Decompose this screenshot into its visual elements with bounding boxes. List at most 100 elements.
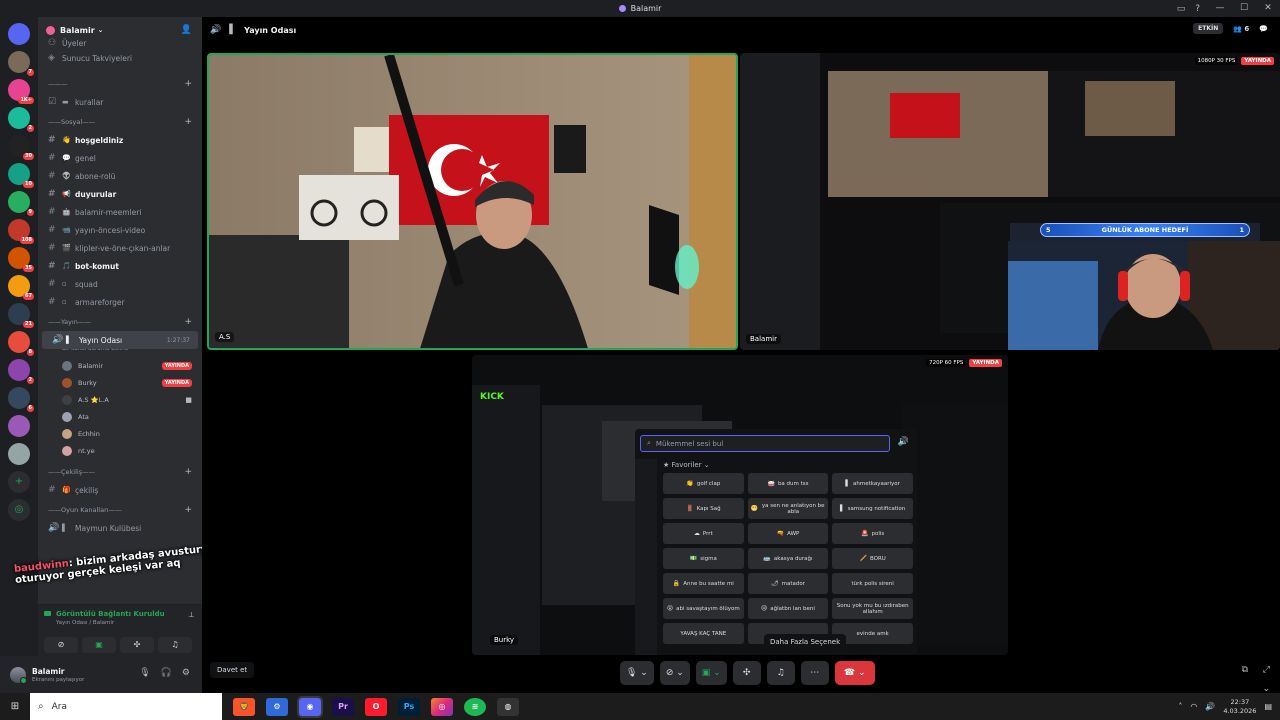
voice-channel-yayin-odasi[interactable]: 🔊 ▌ Yayın Odası 1:27:37	[42, 331, 198, 349]
server-icon[interactable]: 2	[8, 359, 34, 384]
voice-user[interactable]: nt.ye	[38, 442, 202, 459]
video-tile-main[interactable]: A.S	[207, 53, 738, 350]
add-channel-icon[interactable]: +	[184, 467, 192, 477]
video-tile-screen-share-balamir[interactable]: 1080P 30 FPS YAYINDA 5 GÜNLÜK ABONE HEDE…	[740, 53, 1280, 350]
voice-user[interactable]: Echhin	[38, 425, 202, 442]
instagram-app-icon[interactable]: ◎	[431, 697, 453, 716]
add-channel-icon[interactable]: +	[184, 117, 192, 127]
windows-start-icon[interactable]: ⊞	[0, 701, 30, 712]
sound-button[interactable]: 🪈 BORU	[832, 548, 913, 569]
voice-location[interactable]: Yayın Odası / Balamir	[38, 618, 202, 626]
server-icon[interactable]	[8, 415, 30, 437]
wifi-icon[interactable]: ◠	[1190, 702, 1197, 711]
add-member-icon[interactable]: 👤	[181, 25, 192, 35]
activities-button[interactable]: ✣	[732, 661, 761, 685]
server-icon[interactable]: 2	[8, 107, 34, 132]
screen-share-button[interactable]: ▣	[82, 637, 116, 653]
mic-button[interactable]: 🎙 ⌄	[620, 661, 654, 685]
channel-maymun-kulubesi[interactable]: 🔊 ▌ Maymun Kulübesi	[38, 519, 202, 537]
favorites-header[interactable]: ★ Favoriler ⌄	[663, 461, 710, 469]
server-icon[interactable]: 108	[8, 219, 34, 244]
server-icon[interactable]: 21	[8, 303, 34, 328]
category-giveaway[interactable]: —— Çekiliş —— +	[38, 463, 202, 481]
sound-button[interactable]: 🚌 akasya durağı	[747, 548, 829, 569]
voice-user[interactable]: Balamir YAYINDA	[38, 357, 202, 374]
notification-icon[interactable]: ▤	[1264, 702, 1272, 711]
channel-3[interactable]: # 📢 duyurular	[38, 185, 202, 203]
sound-button[interactable]: 🔒 Anne bu saatte mi	[663, 573, 744, 594]
event-button[interactable]: ETKİN	[1193, 23, 1224, 34]
user-name[interactable]: Balamir	[32, 667, 84, 676]
sound-button[interactable]: YAVAŞ KAÇ TANE	[663, 623, 744, 644]
channel-kurallar[interactable]: ☑ ▬ kurallar	[38, 93, 202, 111]
server-icon[interactable]: 6	[8, 387, 34, 412]
chat-icon[interactable]: 💬	[1259, 25, 1268, 33]
discover-icon[interactable]: ◎	[8, 499, 30, 521]
sound-button[interactable]: ▌ samsung notification	[832, 498, 913, 519]
disconnect-icon[interactable]: ⟂	[189, 610, 194, 620]
sound-button[interactable]: ☁ Prrt	[663, 523, 744, 544]
participant-count[interactable]: 👥 6	[1233, 25, 1249, 33]
channel-1[interactable]: # 💬 genel	[38, 149, 202, 167]
channel-4[interactable]: # 🤖 balamir-meemleri	[38, 203, 202, 221]
disconnect-button[interactable]: ☎ ⌄	[834, 661, 875, 685]
channel-7[interactable]: # 🎵 bot-komut	[38, 257, 202, 275]
close-button[interactable]: ✕	[1256, 0, 1280, 17]
screen-share-button[interactable]: ▣ ⌄	[695, 661, 727, 685]
soundboard-search[interactable]: ⌕ Mükemmel sesi bul	[640, 435, 890, 452]
sound-button[interactable]: 🌶 matador	[747, 573, 829, 594]
sound-button[interactable]: 🔫 AWP	[747, 523, 829, 544]
server-icon[interactable]: 35	[8, 247, 34, 272]
server-icon[interactable]: 67	[8, 275, 34, 300]
fullscreen-icon[interactable]: ⤢	[1263, 665, 1270, 675]
settings-app-icon[interactable]: ⚙	[266, 697, 288, 716]
volume-icon[interactable]: 🔊	[898, 437, 909, 447]
inbox-icon[interactable]: ▭	[1177, 4, 1186, 14]
chevron-up-icon[interactable]: ˄	[1178, 702, 1182, 711]
voice-status[interactable]: Görüntülü Bağlantı Kuruldu	[38, 605, 202, 618]
sound-button[interactable]: 💵 sigma	[663, 548, 744, 569]
more-options-button[interactable]: ⋯	[800, 661, 829, 685]
taskbar-search[interactable]: ⌕ Ara	[30, 693, 222, 720]
add-server-icon[interactable]: +	[8, 471, 30, 493]
channel-5[interactable]: # 📹 yayın-öncesi-video	[38, 221, 202, 239]
obs-app-icon[interactable]: ◍	[497, 697, 519, 716]
channel-members[interactable]: ⚇ Üyeler	[38, 37, 202, 49]
sound-button[interactable]: 🚨 polis	[832, 523, 913, 544]
sound-button[interactable]: 🚪 Kapı Sağ	[663, 498, 744, 519]
server-icon[interactable]: 9	[8, 191, 34, 216]
headset-icon[interactable]: 🎧	[161, 668, 172, 678]
soundboard-button[interactable]: ♫	[766, 661, 795, 685]
minimize-button[interactable]: —	[1208, 0, 1232, 17]
invite-button[interactable]: Davet et	[210, 662, 255, 678]
channel-6[interactable]: # 🎬 klipler-ve-öne-çıkan-anlar	[38, 239, 202, 257]
camera-off-button[interactable]: ⊘	[44, 637, 78, 653]
premiere-app-icon[interactable]: Pr	[332, 697, 354, 716]
server-icon[interactable]: 30	[8, 135, 34, 160]
add-channel-icon[interactable]: +	[184, 505, 192, 515]
sound-button[interactable]: 😢 ağlatbn lan beni	[747, 598, 829, 619]
volume-icon[interactable]: 🔊	[1205, 702, 1215, 711]
spotify-app-icon[interactable]: ≋	[464, 697, 486, 716]
channel-0[interactable]: # 👋 hoşgeldiniz	[38, 131, 202, 149]
category-social[interactable]: —— Sosyal —— +	[38, 113, 202, 131]
sound-button[interactable]: türk polis sireni	[832, 573, 913, 594]
video-tile-screen-share-burky[interactable]: KICK 720P 60 FPS YAYINDA ⌕ Mükemmel sesi…	[472, 355, 1008, 655]
discord-app-icon[interactable]: ◉	[297, 695, 323, 718]
discord-home-icon[interactable]	[8, 23, 30, 45]
mic-icon[interactable]: 🎙	[139, 668, 150, 678]
voice-user[interactable]: A.S ⭐L.A ■	[38, 391, 202, 408]
add-channel-icon[interactable]: +	[184, 79, 192, 89]
add-channel-icon[interactable]: +	[184, 317, 192, 327]
avatar[interactable]	[10, 666, 27, 684]
soundboard-button[interactable]: ♫	[158, 637, 192, 653]
popout-icon[interactable]: ⧉	[1242, 665, 1248, 675]
clock[interactable]: 22:37 4.03.2026	[1223, 698, 1256, 716]
channel-boosts[interactable]: ◈ Sunucu Takviyeleri	[38, 49, 202, 67]
server-icon[interactable]: 1K+	[8, 79, 34, 104]
sound-button[interactable]: Sonu yok mu bu ızdıraben allahım	[832, 598, 913, 619]
category-game[interactable]: —— Oyun Kanalları —— +	[38, 501, 202, 519]
channel-cekilis[interactable]: # 🎁 çekiliş	[38, 481, 202, 499]
gear-icon[interactable]: ⚙	[182, 668, 190, 678]
voice-user[interactable]: Burky YAYINDA	[38, 374, 202, 391]
